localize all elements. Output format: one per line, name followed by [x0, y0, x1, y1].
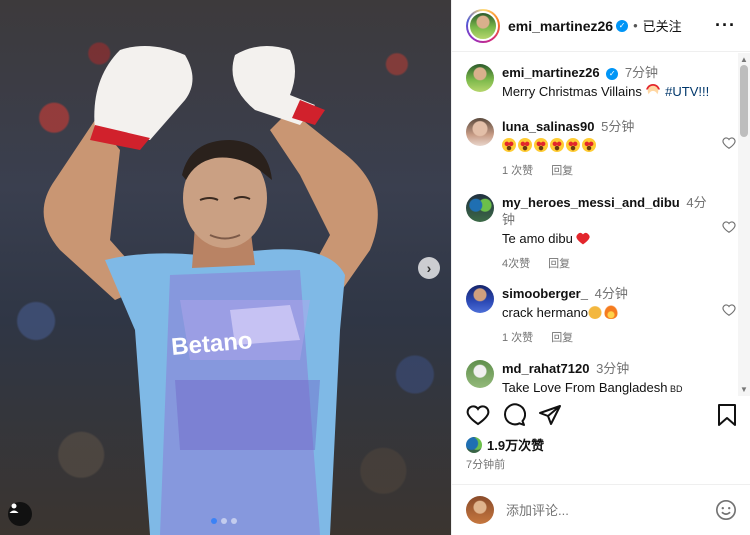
santa-emoji-icon	[645, 84, 660, 98]
scroll-down-icon[interactable]: ▼	[740, 385, 748, 394]
comment-row: luna_salinas90 5分钟 1 次赞 回复	[466, 118, 736, 180]
post-actions	[466, 403, 738, 431]
liker-avatar[interactable]	[466, 436, 482, 453]
comment-likes[interactable]: 4次赞	[502, 258, 530, 270]
comment-avatar[interactable]	[466, 118, 494, 146]
comment-text-body: Merry Christmas Villains	[502, 84, 642, 99]
likes-summary: 1.9万次赞	[466, 435, 544, 454]
separator-dot: •	[633, 18, 638, 33]
comment-avatar[interactable]	[466, 285, 494, 313]
scroll-up-icon[interactable]: ▲	[740, 55, 748, 64]
reply-button[interactable]: 回复	[551, 165, 573, 177]
verified-badge-icon: ✓	[616, 19, 629, 32]
carousel-dot	[211, 518, 217, 524]
heart-eyes-emoji-icon	[518, 138, 532, 152]
heart-eyes-emoji-icon	[550, 138, 564, 152]
comment-time: 5分钟	[601, 119, 635, 134]
heart-eyes-emoji-icon	[502, 138, 516, 152]
fire-emoji-icon	[603, 305, 618, 319]
emoji-icon[interactable]	[715, 499, 737, 521]
user-tag-icon	[9, 503, 19, 513]
pray-emoji-icon	[587, 305, 602, 319]
follow-status-button[interactable]: 已关注	[643, 16, 682, 35]
like-comment-heart-icon[interactable]	[722, 220, 736, 234]
comment-text-body: crack hermano	[502, 305, 588, 320]
likes-count[interactable]: 1.9万次赞	[487, 435, 544, 454]
comments-scrollbar[interactable]: ▲ ▼	[738, 53, 750, 396]
bookmark-icon[interactable]	[716, 403, 738, 427]
hashtag-link[interactable]: #UTV!!!	[665, 84, 709, 99]
comment-username[interactable]: md_rahat7120	[502, 361, 589, 376]
flag-text: BD	[667, 384, 683, 394]
comment-row: my_heroes_messi_and_dibu 4分钟 Te amo dibu…	[466, 194, 736, 273]
heart-eyes-emoji-icon	[566, 138, 580, 152]
comment-text: crack hermano	[502, 304, 736, 321]
comment-time: 4分钟	[594, 286, 628, 301]
comment-username[interactable]: my_heroes_messi_and_dibu	[502, 195, 680, 210]
author-username[interactable]: emi_martinez26	[508, 18, 613, 34]
red-heart-emoji-icon	[576, 232, 591, 245]
like-comment-heart-icon[interactable]	[722, 303, 736, 317]
comment-row: simooberger_ 4分钟 crack hermano 1 次赞 回复	[466, 285, 736, 347]
post-details-panel: emi_martinez26 ✓ • 已关注 ··· ▲ ▼ emi_marti…	[451, 0, 750, 535]
heart-eyes-emoji-icon	[534, 138, 548, 152]
caption-row: emi_martinez26 ✓ 7分钟 Merry Christmas Vil…	[466, 64, 736, 100]
comment-text-body: Te amo dibu	[502, 231, 573, 246]
heart-eyes-emoji-icon	[582, 138, 596, 152]
current-user-avatar	[466, 496, 494, 524]
tagged-users-button[interactable]	[8, 502, 32, 526]
comment-likes[interactable]: 1 次赞	[502, 332, 533, 344]
comment-text	[502, 137, 736, 154]
comment-likes[interactable]: 1 次赞	[502, 165, 533, 177]
chevron-right-icon: ›	[426, 260, 432, 276]
post-timestamp: 7分钟前	[466, 459, 506, 471]
next-image-button[interactable]: ›	[418, 257, 440, 279]
post-header: emi_martinez26 ✓ • 已关注 ···	[452, 0, 750, 52]
comment-avatar[interactable]	[466, 194, 494, 222]
like-comment-heart-icon[interactable]	[722, 136, 736, 150]
comment-text-body: Take Love From Bangladesh	[502, 380, 668, 395]
comment-row: md_rahat7120 3分钟 Take Love From Banglade…	[466, 360, 736, 396]
comment-time: 3分钟	[596, 361, 630, 376]
comment-text: Merry Christmas Villains #UTV!!!	[502, 83, 736, 100]
comment-text: Te amo dibu	[502, 230, 712, 247]
comment-username[interactable]: luna_salinas90	[502, 119, 595, 134]
carousel-dots	[211, 518, 237, 524]
share-icon[interactable]	[538, 403, 562, 427]
story-ring[interactable]	[466, 8, 500, 43]
add-comment-bar	[452, 484, 750, 535]
comment-username[interactable]: emi_martinez26	[502, 65, 600, 80]
more-options-icon[interactable]: ···	[715, 15, 736, 36]
goalkeeper-illustration: Betano	[43, 46, 378, 535]
post-photo[interactable]: Betano ›	[0, 0, 451, 535]
comment-input[interactable]	[506, 502, 715, 518]
scrollbar-thumb[interactable]	[740, 65, 748, 137]
heart-icon[interactable]	[466, 403, 490, 427]
carousel-dot	[221, 518, 227, 524]
caption-avatar[interactable]	[466, 64, 494, 92]
reply-button[interactable]: 回复	[551, 332, 573, 344]
comment-time: 7分钟	[624, 65, 659, 80]
reply-button[interactable]: 回复	[548, 258, 570, 270]
carousel-dot	[231, 518, 237, 524]
verified-badge-icon: ✓	[606, 67, 619, 80]
author-avatar[interactable]	[468, 10, 498, 41]
comment-text: Take Love From Bangladesh BD	[502, 379, 736, 396]
comment-username[interactable]: simooberger_	[502, 286, 588, 301]
comment-icon[interactable]	[502, 403, 526, 427]
comment-avatar[interactable]	[466, 360, 494, 388]
